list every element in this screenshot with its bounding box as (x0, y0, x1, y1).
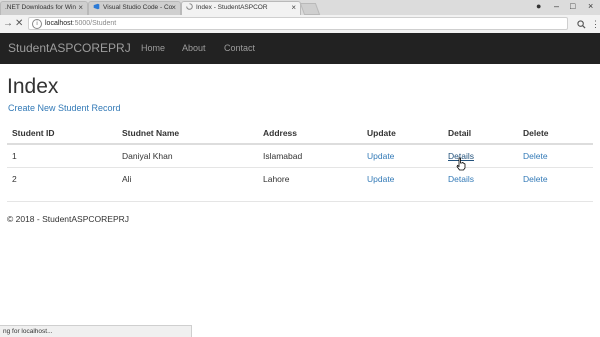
page-title: Index (7, 75, 59, 98)
vscode-icon (93, 3, 100, 10)
delete-link[interactable]: Delete (523, 151, 548, 161)
nav-home-link[interactable]: Home (141, 33, 165, 63)
close-icon[interactable]: × (291, 2, 296, 14)
header-address: Address (258, 123, 362, 145)
cell-detail: Details (443, 167, 518, 190)
update-link[interactable]: Update (367, 151, 394, 161)
delete-link[interactable]: Delete (523, 174, 548, 184)
students-table: Student ID Studnet Name Address Update D… (7, 123, 593, 190)
nav-contact-link[interactable]: Contact (224, 33, 255, 63)
url-text: localhost:5000/Student (45, 18, 116, 29)
cell-student-name: Daniyal Khan (122, 151, 173, 161)
header-detail: Detail (443, 123, 518, 145)
site-navbar: StudentASPCOREPRJ Home About Contact (0, 33, 600, 64)
close-icon[interactable]: × (171, 2, 176, 14)
zoom-icon[interactable] (577, 20, 586, 29)
table-header-row: Student ID Studnet Name Address Update D… (7, 123, 593, 145)
cell-student-id: 1 (12, 151, 17, 161)
header-student-name: Studnet Name (117, 123, 258, 145)
table-row: 2 Ali Lahore Update Details Delete (7, 167, 593, 190)
tab-title: Index - StudentASPCOR (196, 4, 268, 11)
browser-menu-icon[interactable]: ⋮ (591, 15, 600, 33)
forward-arrow-icon[interactable]: → (3, 15, 13, 33)
new-tab-button[interactable] (299, 3, 321, 15)
footer-text: © 2018 - StudentASPCOREPRJ (7, 214, 130, 224)
tab-title: Visual Studio Code - Co (103, 4, 173, 11)
cell-update: Update (362, 144, 443, 168)
nav-about-link[interactable]: About (182, 33, 206, 63)
header-update: Update (362, 123, 443, 145)
update-link[interactable]: Update (367, 174, 394, 184)
cell-delete: Delete (518, 167, 593, 190)
cell-detail: Details (443, 144, 518, 168)
close-icon[interactable]: × (78, 2, 83, 14)
maximize-icon[interactable]: □ (570, 0, 575, 13)
cell-address: Islamabad (263, 151, 303, 161)
stop-loading-icon[interactable]: ✕ (15, 15, 23, 33)
cell-address: Lahore (258, 167, 362, 190)
browser-toolbar: → ✕ i localhost:5000/Student ⋮ (0, 15, 600, 34)
cell-update: Update (362, 167, 443, 190)
browser-tab-dotnet[interactable]: .NET Downloads for Win × (0, 1, 88, 15)
hand-cursor-icon (456, 157, 466, 171)
browser-tab-index[interactable]: Index - StudentASPCOR × (181, 1, 301, 15)
footer-divider (7, 201, 593, 202)
info-icon[interactable]: i (32, 19, 42, 29)
browser-tab-vscode[interactable]: Visual Studio Code - Co × (88, 1, 181, 15)
details-link[interactable]: Details (448, 174, 474, 184)
profile-icon[interactable]: ● (536, 0, 541, 13)
window-close-icon[interactable]: × (588, 0, 593, 13)
table-row: 1 Daniyal Khan Islamabad Update Details … (7, 144, 593, 168)
browser-tab-strip: .NET Downloads for Win × Visual Studio C… (0, 0, 600, 15)
address-bar[interactable]: i localhost:5000/Student (28, 17, 568, 30)
create-student-link[interactable]: Create New Student Record (8, 102, 121, 114)
header-student-id: Student ID (7, 123, 117, 145)
cell-student-id: 2 (7, 167, 117, 190)
url-host: localhost (45, 20, 73, 27)
tab-title: .NET Downloads for Win (5, 4, 77, 11)
cell-delete: Delete (518, 144, 593, 168)
brand-link[interactable]: StudentASPCOREPRJ (8, 33, 131, 63)
loading-spinner-icon (186, 2, 193, 10)
header-delete: Delete (518, 123, 593, 145)
cell-student-name: Ali (117, 167, 258, 190)
url-path: :5000/Student (72, 20, 117, 27)
browser-status-bubble: ng for localhost... (0, 325, 192, 337)
minimize-icon[interactable]: – (554, 0, 559, 13)
